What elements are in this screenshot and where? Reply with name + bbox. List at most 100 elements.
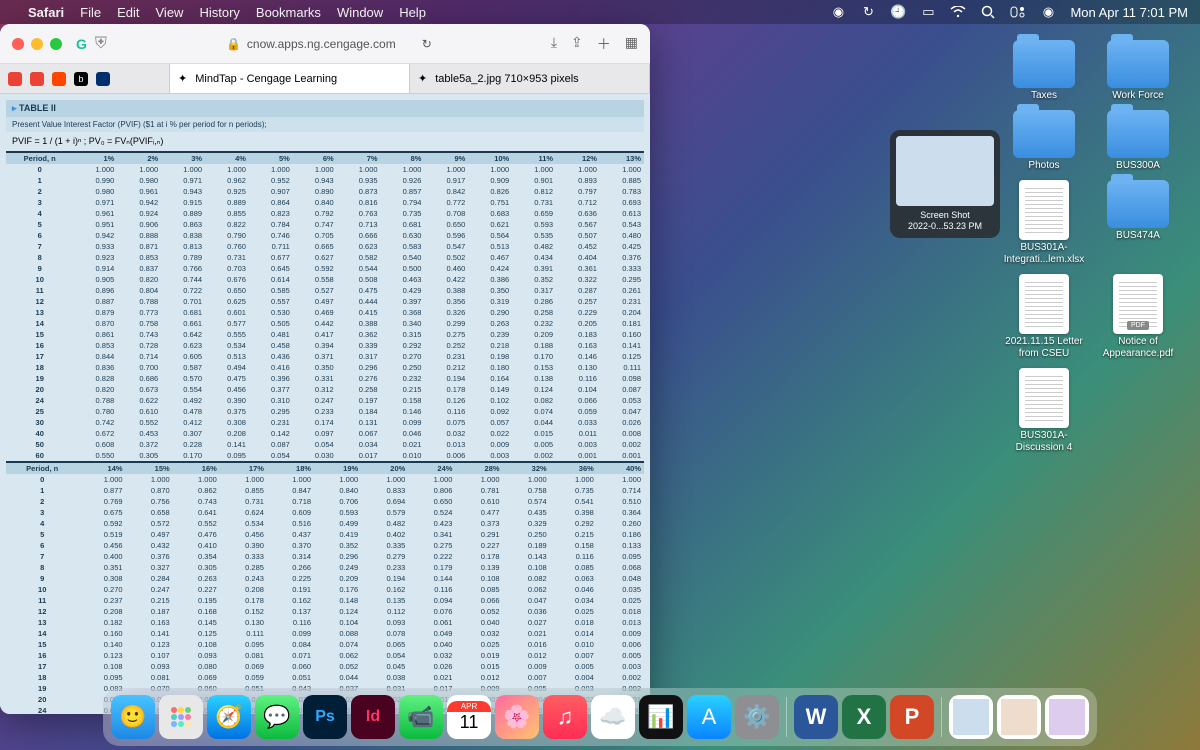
dock-separator [786,697,787,737]
dock-minimized-1[interactable] [949,695,993,739]
folder-icon [1013,110,1075,158]
desktop-item[interactable]: Taxes [1005,40,1083,102]
desktop-item[interactable]: 2021.11.15 Letter from CSEU [1005,274,1083,360]
tab-mindtap[interactable]: ✦ MindTap - Cengage Learning [170,64,410,93]
star-icon[interactable] [96,72,110,86]
pdf-icon [1113,274,1163,334]
wifi-icon[interactable] [950,4,966,20]
desktop-item[interactable]: Notice of Appearance.pdf [1099,274,1177,360]
titlebar: G ⛨ 🔒 cnow.apps.ng.cengage.com ↻ ⤓ ⇪ ＋ ▦ [0,24,650,64]
dock: 🙂 🧭 💬 Ps Id 📹 APR 11 🌸 ♫ ☁️ 📊 A ⚙️ W X P [103,688,1097,746]
tabs-icon[interactable]: ▦ [625,34,638,54]
dock-photoshop[interactable]: Ps [303,695,347,739]
calendar-month: APR [447,701,491,712]
document-icon [1019,180,1069,240]
document-icon [1019,368,1069,428]
download-icon[interactable]: ⤓ [551,34,557,54]
folder-icon [1107,110,1169,158]
dock-appstore[interactable]: A [687,695,731,739]
screenshot-time: 2022-0...53.23 PM [908,221,982,231]
desktop-item[interactable]: BUS300A [1099,110,1177,172]
menu-window[interactable]: Window [337,5,383,20]
gmail-icon-2[interactable] [30,72,44,86]
dock-minimized-2[interactable] [997,695,1041,739]
grammarly-icon[interactable]: G [76,36,87,52]
mindtap-favicon: ✦ [178,72,187,85]
record-icon[interactable]: ◉ [830,4,846,20]
dock-powerpoint[interactable]: P [890,695,934,739]
desktop-label: BUS301A-Discussion 4 [1005,430,1083,454]
pvif-table-1: Period, n1%2%3%4%5%6%7%8%9%10%11%12%13%0… [6,153,644,461]
desktop-item[interactable]: BUS474A [1099,180,1177,266]
display-icon[interactable]: ▭ [920,4,936,20]
desktop-label: BUS301A-Integrati...lem.xlsx [1004,242,1085,266]
menu-bookmarks[interactable]: Bookmarks [256,5,321,20]
sync-icon[interactable]: ↻ [860,4,876,20]
screenshot-preview[interactable]: Screen Shot2022-0...53.23 PM [890,130,1000,238]
tab-bar: b ✦ MindTap - Cengage Learning ✦ table5a… [0,64,650,94]
minimize-button[interactable] [31,38,43,50]
dock-facetime[interactable]: 📹 [399,695,443,739]
dock-music[interactable]: ♫ [543,695,587,739]
desktop-label: Photos [1028,160,1059,172]
tab-image[interactable]: ✦ table5a_2.jpg 710×953 pixels [410,64,650,93]
folder-icon [1107,180,1169,228]
dock-launchpad[interactable] [159,695,203,739]
menubar-clock[interactable]: Mon Apr 11 7:01 PM [1070,5,1188,20]
dock-settings[interactable]: ⚙️ [735,695,779,739]
address-bar[interactable]: 🔒 cnow.apps.ng.cengage.com ↻ [115,37,543,51]
dock-calendar[interactable]: APR 11 [447,695,491,739]
lock-icon: 🔒 [226,37,241,51]
safari-window: G ⛨ 🔒 cnow.apps.ng.cengage.com ↻ ⤓ ⇪ ＋ ▦… [0,24,650,714]
menu-view[interactable]: View [156,5,184,20]
table-formula: PVIF = 1 / (1 + i)ⁿ ; PV₀ = FVₙ(PVIFᵢ,ₙ) [6,132,644,151]
table-subtitle: Present Value Interest Factor (PVIF) ($1… [6,117,644,132]
close-button[interactable] [12,38,24,50]
dock-excel[interactable]: X [842,695,886,739]
shield-icon[interactable]: ⛨ [95,35,107,53]
b-icon[interactable]: b [74,72,88,86]
desktop-label: BUS300A [1116,160,1160,172]
menubar: Safari File Edit View History Bookmarks … [0,0,1200,24]
tab-label: MindTap - Cengage Learning [195,73,337,85]
dock-photos[interactable]: 🌸 [495,695,539,739]
share-icon[interactable]: ⇪ [571,34,583,54]
tab-group-pinned[interactable]: b [0,64,170,93]
zoom-button[interactable] [50,38,62,50]
folder-icon [1013,40,1075,88]
desktop-label: BUS474A [1116,230,1160,242]
menu-edit[interactable]: Edit [117,5,139,20]
app-name[interactable]: Safari [28,5,64,20]
dock-indesign[interactable]: Id [351,695,395,739]
dock-finder[interactable]: 🙂 [111,695,155,739]
image-favicon: ✦ [418,72,427,85]
menu-help[interactable]: Help [399,5,426,20]
screenshot-thumbnail [896,136,994,206]
desktop-label: Taxes [1031,90,1057,102]
search-icon[interactable] [980,4,996,20]
desktop-item[interactable]: Photos [1005,110,1083,172]
dock-minimized-3[interactable] [1045,695,1089,739]
dock-stocks[interactable]: 📊 [639,695,683,739]
desktop-item[interactable]: BUS301A-Discussion 4 [1005,368,1083,454]
reddit-icon[interactable] [52,72,66,86]
gmail-icon[interactable] [8,72,22,86]
reload-icon[interactable]: ↻ [422,37,432,51]
dock-safari[interactable]: 🧭 [207,695,251,739]
menu-file[interactable]: File [80,5,101,20]
desktop-item[interactable]: BUS301A-Integrati...lem.xlsx [1005,180,1083,266]
dock-word[interactable]: W [794,695,838,739]
siri-icon[interactable]: ◉ [1040,4,1056,20]
page-content[interactable]: ▸ TABLE II Present Value Interest Factor… [0,94,650,714]
menu-history[interactable]: History [199,5,239,20]
new-tab-icon[interactable]: ＋ [597,34,611,54]
desktop-item[interactable]: Work Force [1099,40,1177,102]
control-center-icon[interactable] [1010,4,1026,20]
dock-messages[interactable]: 💬 [255,695,299,739]
tab-label: table5a_2.jpg 710×953 pixels [435,73,578,85]
dock-onedrive[interactable]: ☁️ [591,695,635,739]
document-icon [1019,274,1069,334]
screenshot-title: Screen Shot [920,210,970,220]
table-title: TABLE II [19,103,56,113]
clock-icon[interactable]: 🕘 [890,4,906,20]
